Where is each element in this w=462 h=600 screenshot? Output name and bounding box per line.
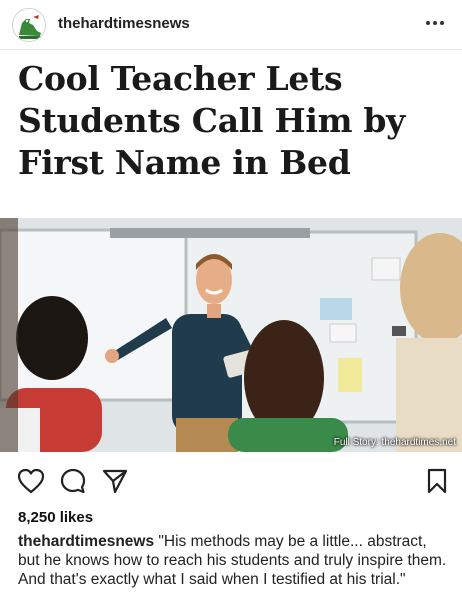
post-image[interactable]: Full Story: thehardtimes.net	[0, 218, 462, 452]
post-headline: Cool Teacher Lets Students Call Him by F…	[18, 59, 406, 182]
more-dots-icon	[426, 21, 444, 25]
post-username[interactable]: thehardtimesnews	[58, 15, 190, 32]
image-source-caption[interactable]: Full Story: thehardtimes.net	[334, 437, 456, 448]
share-icon	[102, 469, 128, 494]
more-options-button[interactable]	[422, 10, 448, 36]
comment-button[interactable]	[58, 466, 88, 496]
share-button[interactable]	[100, 466, 130, 496]
post-caption: thehardtimesnews "His methods may be a l…	[18, 532, 448, 589]
dinosaur-logo-icon	[13, 9, 45, 41]
post-header: thehardtimesnews	[0, 0, 462, 50]
caption-username[interactable]: thehardtimesnews	[18, 533, 154, 550]
save-button[interactable]	[422, 466, 452, 496]
likes-count[interactable]: 8,250 likes	[18, 509, 93, 526]
avatar[interactable]	[12, 8, 46, 42]
heart-icon	[17, 468, 45, 494]
bookmark-icon	[427, 468, 447, 494]
like-button[interactable]	[16, 466, 46, 496]
comment-icon	[60, 468, 86, 494]
post-action-bar	[0, 462, 462, 502]
